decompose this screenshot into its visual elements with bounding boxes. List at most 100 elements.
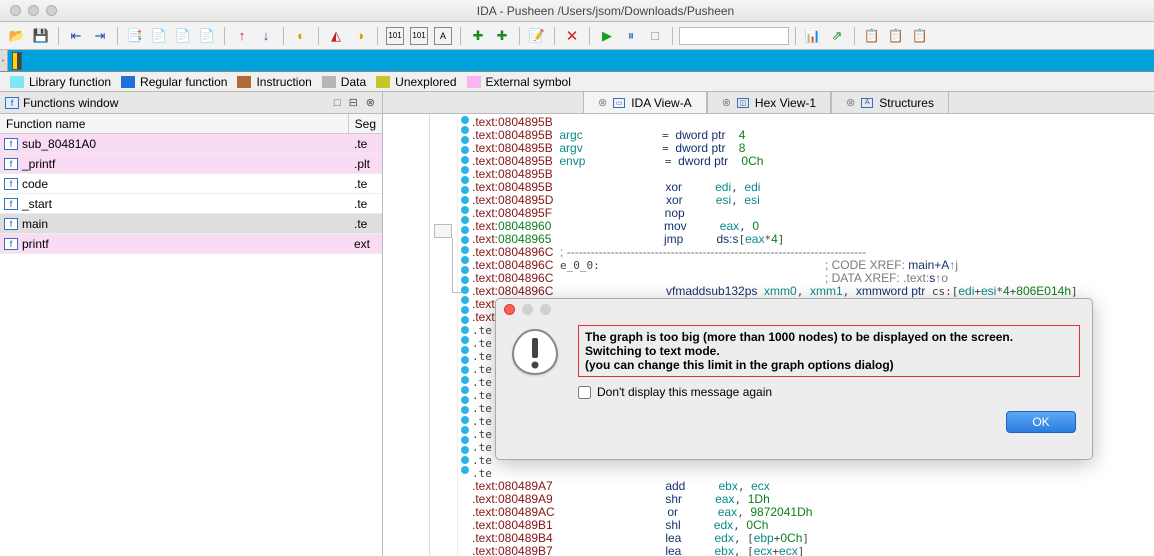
functions-panel: f Functions window □ ⊟ ⊗ Function name S…	[0, 92, 383, 556]
dialog-message: The graph is too big (more than 1000 nod…	[578, 325, 1080, 399]
pause-icon[interactable]: ⏸	[622, 27, 640, 45]
tab-ida-view-a[interactable]: ⊗ ▭ IDA View-A	[583, 92, 707, 113]
tab-view-icon: ▭	[613, 98, 625, 108]
open-icon[interactable]: 📂	[8, 27, 26, 45]
col-segment[interactable]: Seg	[349, 114, 382, 133]
legend-swatch-data	[322, 76, 336, 88]
function-icon: f	[4, 238, 18, 250]
col-function-name[interactable]: Function name	[0, 114, 349, 133]
toolbar-btn-m[interactable]: 📝	[528, 27, 546, 45]
panel-minimize-icon[interactable]: ⊟	[349, 96, 358, 109]
graph-too-big-dialog: The graph is too big (more than 1000 nod…	[495, 298, 1093, 460]
toolbar-btn-c[interactable]: 📄	[174, 27, 192, 45]
dialog-line3: (you can change this limit in the graph …	[585, 358, 1073, 372]
tab-hex-view-1[interactable]: ⊗ ◫ Hex View-1	[707, 92, 831, 113]
gutter	[383, 114, 430, 556]
nav-band-marker	[12, 52, 22, 70]
nav-band-handle[interactable]: ▸	[0, 50, 8, 71]
functions-panel-title: Functions window	[23, 96, 328, 110]
function-row[interactable]: fprintfext	[0, 234, 382, 254]
toolbar-btn-a[interactable]: 📑	[126, 27, 144, 45]
tab-close-icon[interactable]: ⊗	[846, 96, 855, 109]
legend-label-library: Library function	[29, 75, 111, 89]
stop-icon[interactable]: □	[646, 27, 664, 45]
dialog-suppress-checkbox[interactable]: Don't display this message again	[578, 385, 1080, 399]
run-icon[interactable]: ▶	[598, 27, 616, 45]
dialog-line2: Switching to text mode.	[585, 344, 1073, 358]
legend-swatch-external	[467, 76, 481, 88]
toolbar-btn-i[interactable]: 101	[410, 27, 428, 45]
tab-label: IDA View-A	[631, 96, 691, 110]
legend-label-data: Data	[341, 75, 366, 89]
function-row[interactable]: fmain.te	[0, 214, 382, 234]
tab-close-icon[interactable]: ⊗	[598, 96, 607, 109]
function-name: code	[22, 177, 354, 191]
delete-icon[interactable]: ✕	[563, 27, 581, 45]
legend-label-instruction: Instruction	[256, 75, 311, 89]
legend-swatch-regular	[121, 76, 135, 88]
window-title: IDA - Pusheen /Users/jsom/Downloads/Push…	[57, 4, 1154, 18]
window-close-button[interactable]	[10, 5, 21, 16]
toolbar-btn-f[interactable]: ◭	[327, 27, 345, 45]
tab-label: Structures	[879, 96, 934, 110]
function-row[interactable]: f_printf.plt	[0, 154, 382, 174]
ok-button[interactable]: OK	[1006, 411, 1076, 433]
navigation-band[interactable]: ▸	[0, 50, 1154, 72]
legend-swatch-instruction	[237, 76, 251, 88]
view-tabs: ⊗ ▭ IDA View-A ⊗ ◫ Hex View-1 ⊗ A Struct…	[383, 92, 1154, 114]
save-icon[interactable]: 💾	[32, 27, 50, 45]
function-name: _printf	[22, 157, 354, 171]
tab-structures[interactable]: ⊗ A Structures	[831, 92, 949, 113]
warning-icon	[508, 325, 562, 379]
legend-swatch-library	[10, 76, 24, 88]
legend-swatch-unexplored	[376, 76, 390, 88]
toolbar-btn-h[interactable]: 101	[386, 27, 404, 45]
toolbar-btn-q[interactable]: 📋	[887, 27, 905, 45]
nav-back-icon[interactable]: ⇤	[67, 27, 85, 45]
main-toolbar: 📂 💾 ⇤ ⇥ 📑 📄 📄 📄 ↑ ↓ ◐ ◭ ◑ 101 101 A ✚ ✚ …	[0, 22, 1154, 50]
suppress-checkbox-input[interactable]	[578, 386, 591, 399]
function-row[interactable]: f_start.te	[0, 194, 382, 214]
legend-label-regular: Regular function	[140, 75, 227, 89]
toolbar-btn-o[interactable]: ⇗	[828, 27, 846, 45]
window-zoom-button[interactable]	[46, 5, 57, 16]
window-minimize-button[interactable]	[28, 5, 39, 16]
tab-hex-icon: ◫	[737, 98, 749, 108]
toolbar-btn-n[interactable]: 📊	[804, 27, 822, 45]
toolbar-btn-r[interactable]: 📋	[911, 27, 929, 45]
nav-down-icon[interactable]: ↓	[257, 27, 275, 45]
nav-up-icon[interactable]: ↑	[233, 27, 251, 45]
tab-label: Hex View-1	[755, 96, 816, 110]
function-icon: f	[4, 178, 18, 190]
tab-struct-icon: A	[861, 98, 873, 108]
toolbar-btn-l[interactable]: ✚	[493, 27, 511, 45]
fold-dots	[458, 114, 472, 556]
panel-restore-icon[interactable]: □	[334, 97, 341, 109]
suppress-checkbox-label: Don't display this message again	[597, 385, 772, 399]
toolbar-btn-d[interactable]: 📄	[198, 27, 216, 45]
dialog-close-button[interactable]	[504, 304, 515, 315]
dialog-titlebar	[496, 299, 1092, 319]
window-titlebar: IDA - Pusheen /Users/jsom/Downloads/Push…	[0, 0, 1154, 22]
function-name: _start	[22, 197, 354, 211]
functions-list: fsub_80481A0.tef_printf.pltfcode.tef_sta…	[0, 134, 382, 556]
function-name: sub_80481A0	[22, 137, 354, 151]
functions-panel-header: f Functions window □ ⊟ ⊗	[0, 92, 382, 114]
toolbar-input[interactable]	[679, 27, 789, 45]
tab-close-icon[interactable]: ⊗	[722, 96, 731, 109]
function-row[interactable]: fsub_80481A0.te	[0, 134, 382, 154]
dialog-minimize-button	[522, 304, 533, 315]
toolbar-btn-e[interactable]: ◐	[292, 27, 310, 45]
panel-close-icon[interactable]: ⊗	[366, 96, 375, 109]
toolbar-btn-g[interactable]: ◑	[351, 27, 369, 45]
dialog-zoom-button	[540, 304, 551, 315]
toolbar-btn-k[interactable]: ✚	[469, 27, 487, 45]
nav-forward-icon[interactable]: ⇥	[91, 27, 109, 45]
toolbar-btn-b[interactable]: 📄	[150, 27, 168, 45]
toolbar-btn-j[interactable]: A	[434, 27, 452, 45]
function-row[interactable]: fcode.te	[0, 174, 382, 194]
toolbar-btn-p[interactable]: 📋	[863, 27, 881, 45]
dialog-line1: The graph is too big (more than 1000 nod…	[585, 330, 1073, 344]
function-name: printf	[22, 237, 354, 251]
legend-bar: Library function Regular function Instru…	[0, 72, 1154, 92]
